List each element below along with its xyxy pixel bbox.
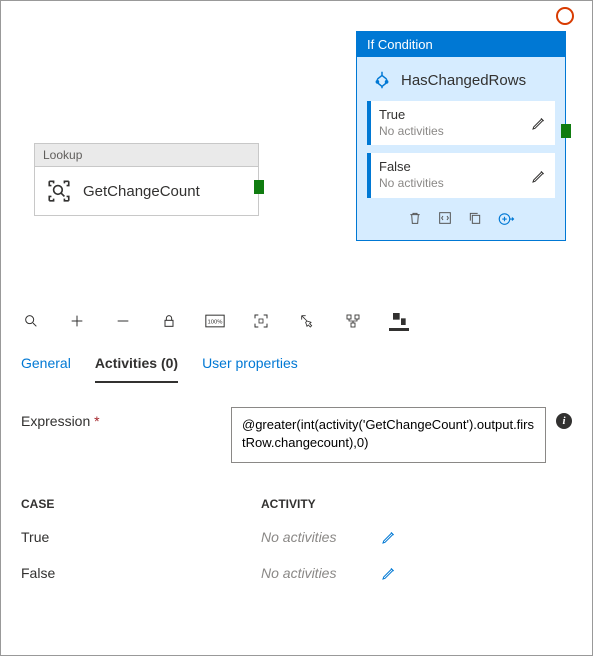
search-icon[interactable] bbox=[21, 311, 41, 331]
lock-icon[interactable] bbox=[159, 311, 179, 331]
auto-align-icon[interactable] bbox=[343, 311, 363, 331]
activity-if-name: HasChangedRows bbox=[401, 72, 526, 89]
if-branch-false-sub: No activities bbox=[379, 176, 444, 192]
if-branch-true[interactable]: True No activities bbox=[367, 101, 555, 145]
code-icon[interactable] bbox=[437, 210, 453, 228]
zoom-in-icon[interactable] bbox=[67, 311, 87, 331]
svg-text:100%: 100% bbox=[208, 320, 223, 326]
case-table: CASE ACTIVITY True No activities False N… bbox=[1, 473, 592, 601]
expression-label: Expression * bbox=[21, 407, 221, 429]
if-branch-true-label: True bbox=[379, 107, 444, 124]
properties-tabs: General Activities (0) User properties bbox=[1, 345, 592, 383]
delete-icon[interactable] bbox=[407, 210, 423, 228]
app-frame: Lookup GetChangeCount If Condition bbox=[0, 0, 593, 656]
case-header-case: CASE bbox=[21, 497, 261, 511]
activity-lookup[interactable]: Lookup GetChangeCount bbox=[34, 143, 259, 216]
activity-lookup-type-label: Lookup bbox=[35, 144, 258, 167]
pipeline-canvas[interactable]: Lookup GetChangeCount If Condition bbox=[1, 1, 592, 301]
fit-screen-icon[interactable] bbox=[251, 311, 271, 331]
zoom-out-icon[interactable] bbox=[113, 311, 133, 331]
tab-general[interactable]: General bbox=[21, 349, 71, 383]
case-activity: No activities bbox=[261, 529, 381, 545]
activity-output-port[interactable] bbox=[561, 124, 571, 138]
tab-activities[interactable]: Activities (0) bbox=[95, 349, 178, 383]
validation-error-indicator[interactable] bbox=[556, 7, 574, 25]
expression-input[interactable] bbox=[231, 407, 546, 463]
table-row: True No activities bbox=[21, 519, 572, 555]
case-name: True bbox=[21, 529, 261, 545]
case-activity: No activities bbox=[261, 565, 381, 581]
tab-user-properties[interactable]: User properties bbox=[202, 349, 298, 383]
activity-output-port[interactable] bbox=[254, 180, 264, 194]
minimap-icon[interactable] bbox=[389, 311, 409, 331]
info-icon[interactable]: i bbox=[556, 413, 572, 429]
table-row: False No activities bbox=[21, 555, 572, 591]
copy-icon[interactable] bbox=[467, 210, 483, 228]
lookup-icon bbox=[45, 177, 73, 205]
canvas-toolbar: 100% bbox=[1, 301, 592, 345]
case-name: False bbox=[21, 565, 261, 581]
activities-panel: Expression * i bbox=[1, 383, 592, 473]
activity-if-type-label: If Condition bbox=[357, 32, 565, 57]
select-icon[interactable] bbox=[297, 311, 317, 331]
expression-label-text: Expression bbox=[21, 413, 90, 429]
if-branch-false-label: False bbox=[379, 159, 444, 176]
if-condition-icon bbox=[371, 69, 393, 91]
case-header-activity: ACTIVITY bbox=[261, 497, 572, 511]
if-branch-true-sub: No activities bbox=[379, 124, 444, 140]
pencil-icon[interactable] bbox=[381, 565, 397, 581]
pencil-icon[interactable] bbox=[381, 529, 397, 545]
pencil-icon[interactable] bbox=[531, 115, 547, 131]
activity-lookup-name: GetChangeCount bbox=[83, 183, 200, 200]
pencil-icon[interactable] bbox=[531, 168, 547, 184]
activity-if-condition[interactable]: If Condition HasChangedRows True bbox=[356, 31, 566, 241]
if-branch-false[interactable]: False No activities bbox=[367, 153, 555, 197]
add-output-icon[interactable] bbox=[497, 210, 515, 228]
zoom-100-icon[interactable]: 100% bbox=[205, 311, 225, 331]
required-asterisk: * bbox=[94, 413, 99, 429]
